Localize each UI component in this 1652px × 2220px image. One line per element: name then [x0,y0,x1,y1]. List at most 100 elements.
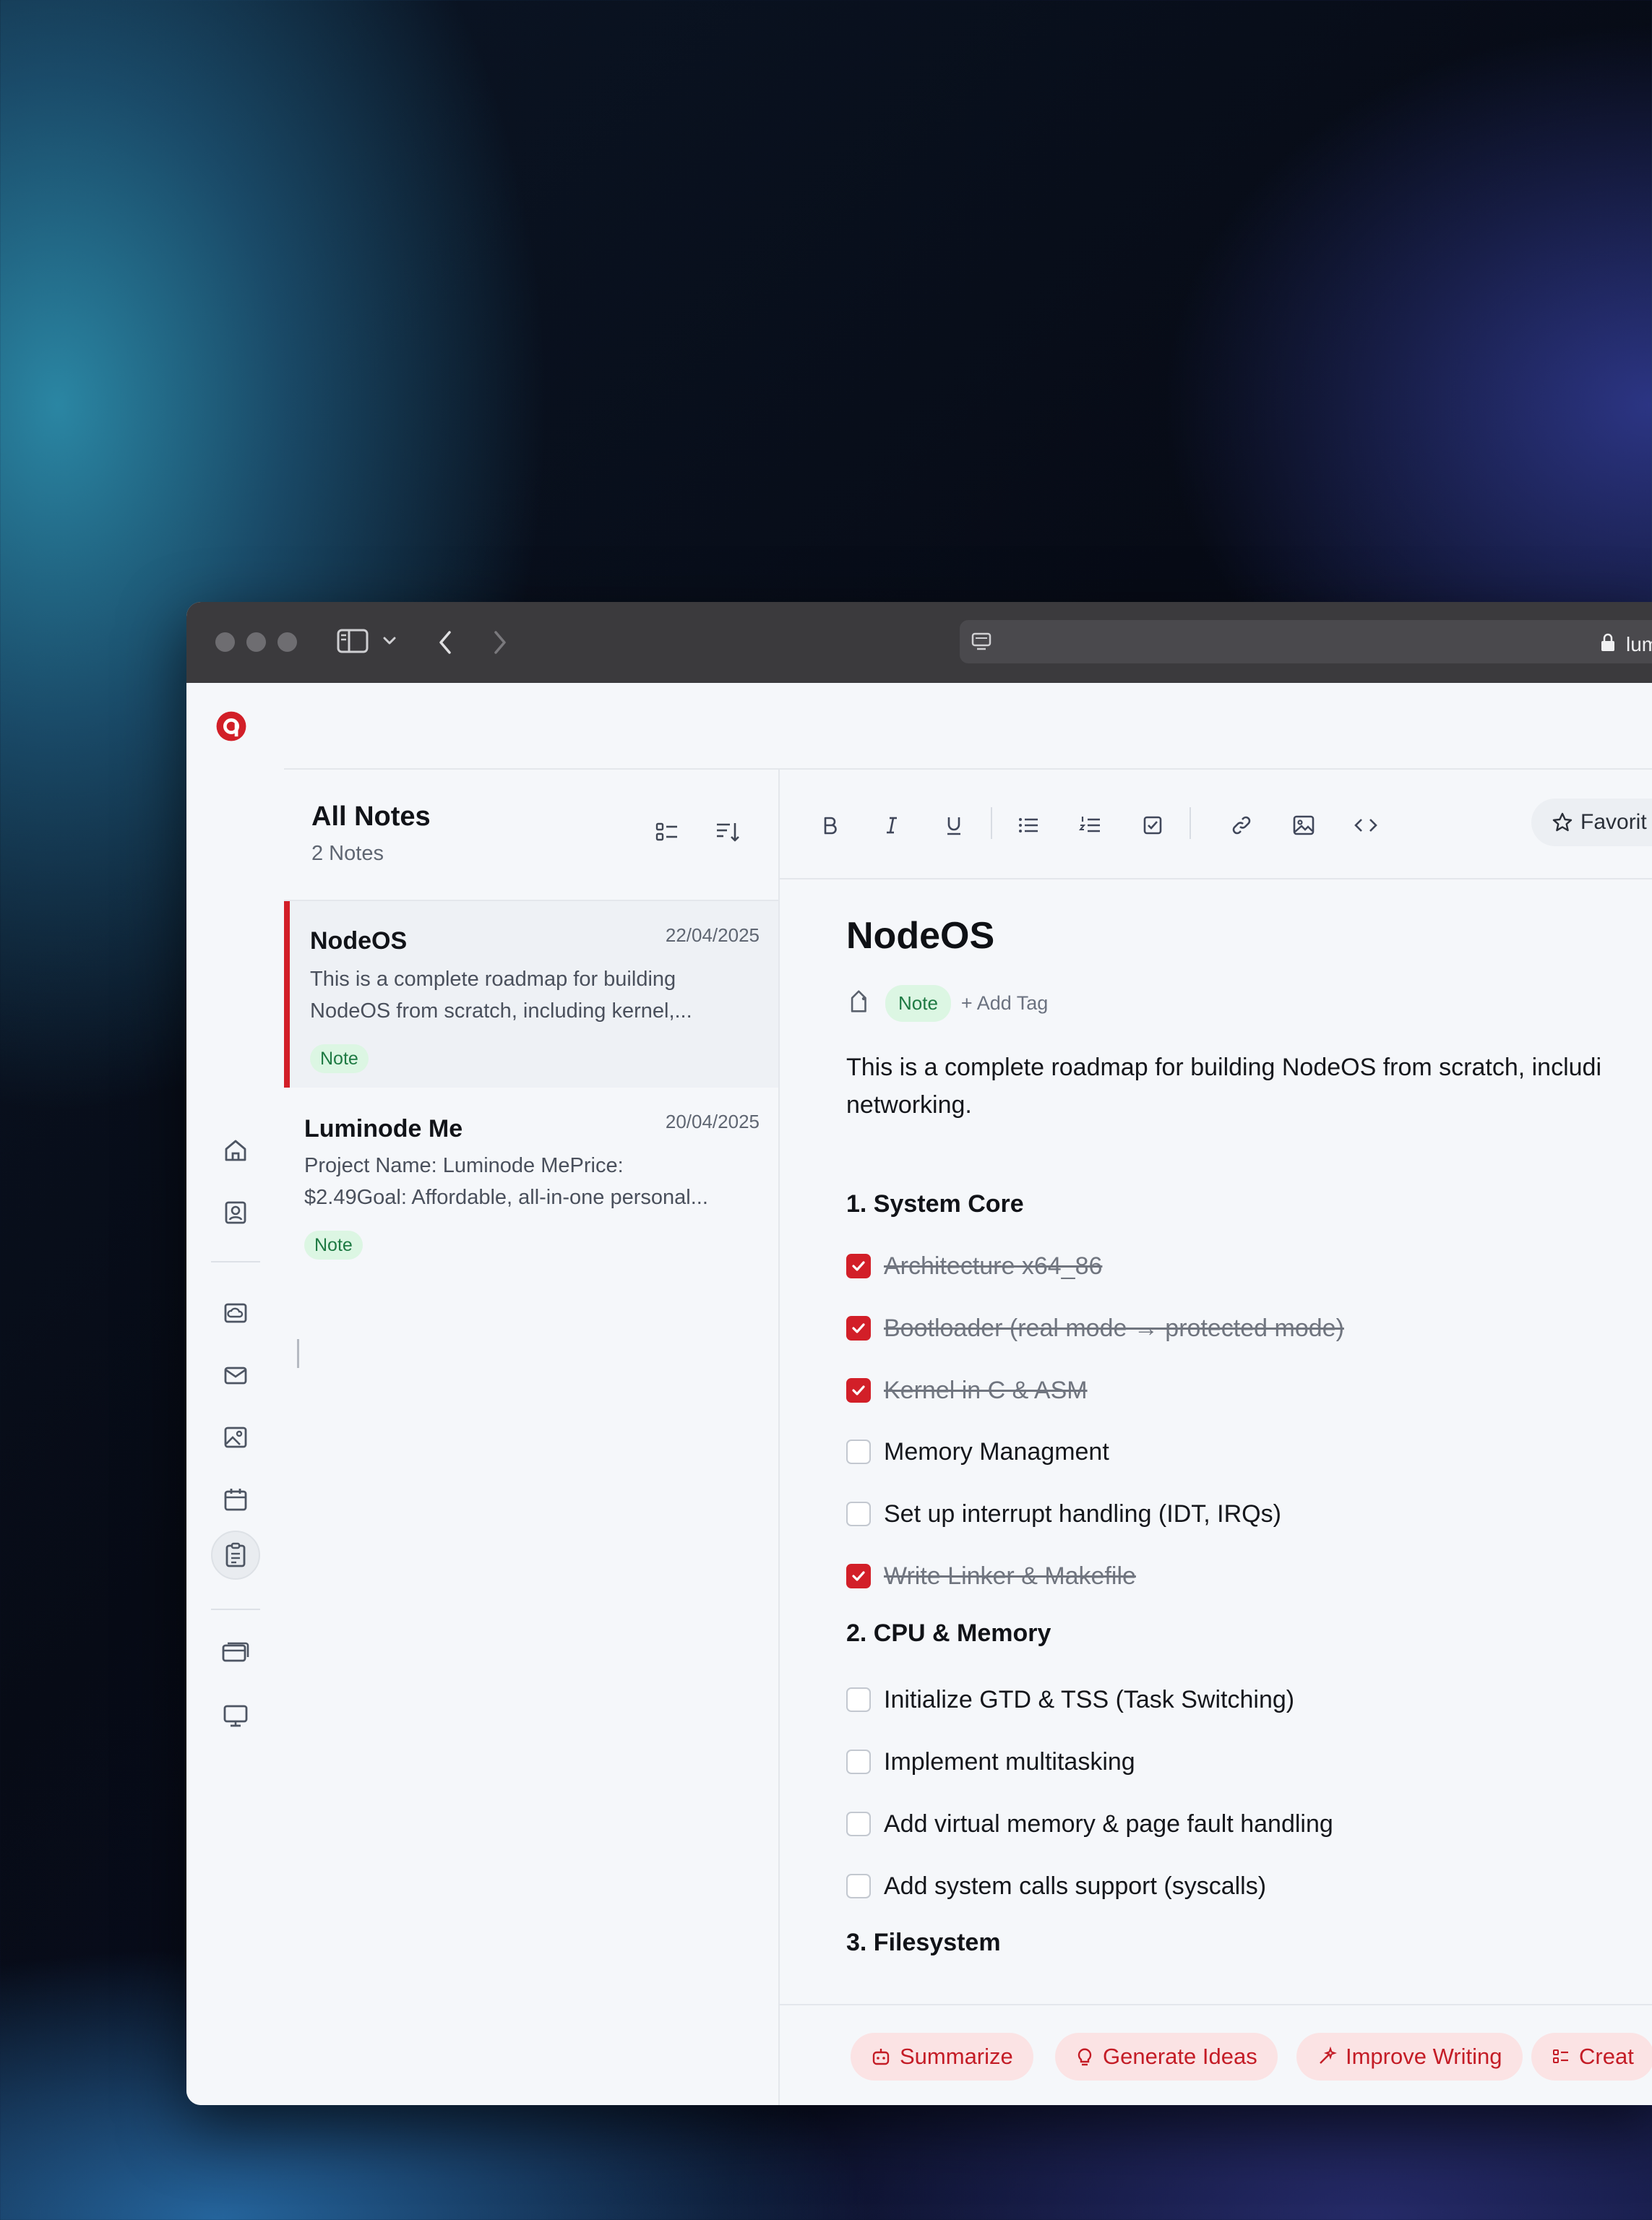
star-icon [1552,812,1573,833]
active-indicator [284,901,290,1088]
checklist-icon[interactable] [1136,809,1169,842]
checklist-label: Implement multitasking [884,1747,1135,1776]
mail-icon[interactable] [220,1359,251,1391]
code-icon[interactable] [1349,809,1382,842]
app-body: All Notes 2 Notes NodeOS 22/04/2025 This… [186,683,1652,2105]
page-menu-icon[interactable] [970,630,993,653]
checklist-item[interactable]: Bootloader (real mode → protected mode) [846,1312,1344,1345]
cards-icon[interactable] [220,1638,251,1669]
italic-icon[interactable] [875,809,908,842]
checklist-label: Add virtual memory & page fault handling [884,1810,1333,1838]
create-button[interactable]: Creat [1531,2033,1652,2081]
back-arrow-icon[interactable] [435,628,457,657]
toolbar-divider [1189,807,1191,839]
section-heading: 2. CPU & Memory [846,1619,1051,1647]
url-text: luminode.me [1626,633,1652,655]
checklist-label: Kernel in C & ASM [884,1376,1088,1404]
improve-writing-button[interactable]: Improve Writing [1296,2033,1523,2081]
checklist-item[interactable]: Set up interrupt handling (IDT, IRQs) [846,1497,1281,1531]
ai-actions-bar: Summarize Generate Ideas Improve Writing… [780,2004,1652,2105]
address-bar[interactable]: luminode.me [960,620,1652,663]
app-logo[interactable] [215,710,247,742]
generate-ideas-label: Generate Ideas [1103,2044,1257,2069]
home-icon[interactable] [220,1135,251,1166]
note-item-title: Luminode Me [304,1115,463,1143]
note-list-item[interactable]: NodeOS 22/04/2025 This is a complete roa… [284,901,778,1088]
checklist-item[interactable]: Add virtual memory & page fault handling [846,1807,1333,1841]
checkbox-unchecked[interactable] [846,1440,871,1464]
forward-arrow-icon[interactable] [489,628,510,657]
checklist-label: Initialize GTD & TSS (Task Switching) [884,1685,1295,1713]
checklist-label: Bootloader (real mode → protected mode) [884,1314,1344,1342]
create-label: Creat [1579,2044,1634,2069]
note-item-snippet-line-2: $2.49Goal: Affordable, all-in-one person… [304,1186,708,1209]
cloud-storage-icon[interactable] [220,1297,251,1329]
note-item-date: 22/04/2025 [665,924,760,946]
link-icon[interactable] [1225,809,1258,842]
note-item-snippet-line-2: NodeOS from scratch, including kernel,..… [310,999,692,1023]
desktop-icon[interactable] [220,1700,251,1731]
note-intro-line-2: networking. [846,1091,972,1119]
list-icon [1552,2047,1579,2066]
note-item-snippet-line-1: This is a complete roadmap for building [310,968,676,991]
checklist-item[interactable]: Add system calls support (syscalls) [846,1870,1266,1903]
bullet-list-icon[interactable] [1012,809,1045,842]
lightbulb-icon [1075,2047,1103,2067]
checkbox-unchecked[interactable] [846,1750,871,1774]
minimize-window-button[interactable] [246,632,266,652]
notes-icon[interactable] [220,1539,251,1571]
numbered-list-icon[interactable] [1074,809,1107,842]
app-header [284,683,1652,770]
image-icon[interactable] [1287,809,1320,842]
chevron-down-icon[interactable] [382,634,397,648]
sidebar-toggle-icon[interactable] [337,627,369,655]
calendar-icon[interactable] [220,1484,251,1515]
summarize-button[interactable]: Summarize [851,2033,1033,2081]
sort-icon[interactable] [710,814,745,849]
close-window-button[interactable] [215,632,235,652]
checkbox-unchecked[interactable] [846,1874,871,1898]
add-tag-button[interactable]: + Add Tag [961,992,1048,1015]
note-item-tag: Note [304,1231,363,1260]
checkbox-unchecked[interactable] [846,1687,871,1712]
note-list-item[interactable]: Luminode Me 20/04/2025 Project Name: Lum… [284,1089,778,1274]
note-item-snippet-line-1: Project Name: Luminode MePrice: [304,1154,624,1177]
note-item-date: 20/04/2025 [665,1111,760,1132]
section-heading: 3. Filesystem [846,1929,1001,1956]
section-heading: 1. System Core [846,1190,1024,1218]
note-intro[interactable]: This is a complete roadmap for building … [846,1049,1652,1124]
favorite-button[interactable]: Favorit [1531,799,1652,846]
checklist-item[interactable]: Implement multitasking [846,1745,1135,1778]
zoom-window-button[interactable] [278,632,297,652]
photos-icon[interactable] [220,1421,251,1453]
generate-ideas-button[interactable]: Generate Ideas [1055,2033,1278,2081]
note-tag[interactable]: Note [885,984,951,1022]
bold-icon[interactable] [813,809,846,842]
checkbox-checked[interactable] [846,1316,871,1341]
toolbar-divider [991,807,992,839]
contacts-icon[interactable] [220,1197,251,1229]
lock-icon [1600,633,1616,652]
editor-toolbar: Favorit [780,770,1652,879]
note-editor: Favorit NodeOS Note + Add Tag This is a … [780,770,1652,2105]
underline-icon[interactable] [937,809,971,842]
checkbox-unchecked[interactable] [846,1812,871,1836]
notes-list-header: All Notes 2 Notes [284,770,778,901]
checkbox-checked[interactable] [846,1378,871,1403]
rail-divider-2 [211,1609,260,1610]
checklist-item[interactable]: Write Linker & Makefile [846,1559,1136,1593]
resize-handle[interactable] [297,1339,299,1368]
checklist-item[interactable]: Kernel in C & ASM [846,1374,1088,1407]
favorite-label: Favorit [1580,810,1647,834]
list-view-icon[interactable] [650,814,684,849]
checkbox-checked[interactable] [846,1254,871,1278]
checklist-item[interactable]: Memory Managment [846,1435,1109,1468]
checklist-item[interactable]: Initialize GTD & TSS (Task Switching) [846,1683,1294,1716]
note-title[interactable]: NodeOS [846,914,994,958]
checklist-item[interactable]: Architecture x64_86 [846,1249,1102,1283]
note-item-tag: Note [310,1044,369,1073]
checklist-label: Add system calls support (syscalls) [884,1872,1267,1900]
summarize-label: Summarize [900,2044,1013,2069]
checkbox-checked[interactable] [846,1564,871,1588]
checkbox-unchecked[interactable] [846,1502,871,1526]
